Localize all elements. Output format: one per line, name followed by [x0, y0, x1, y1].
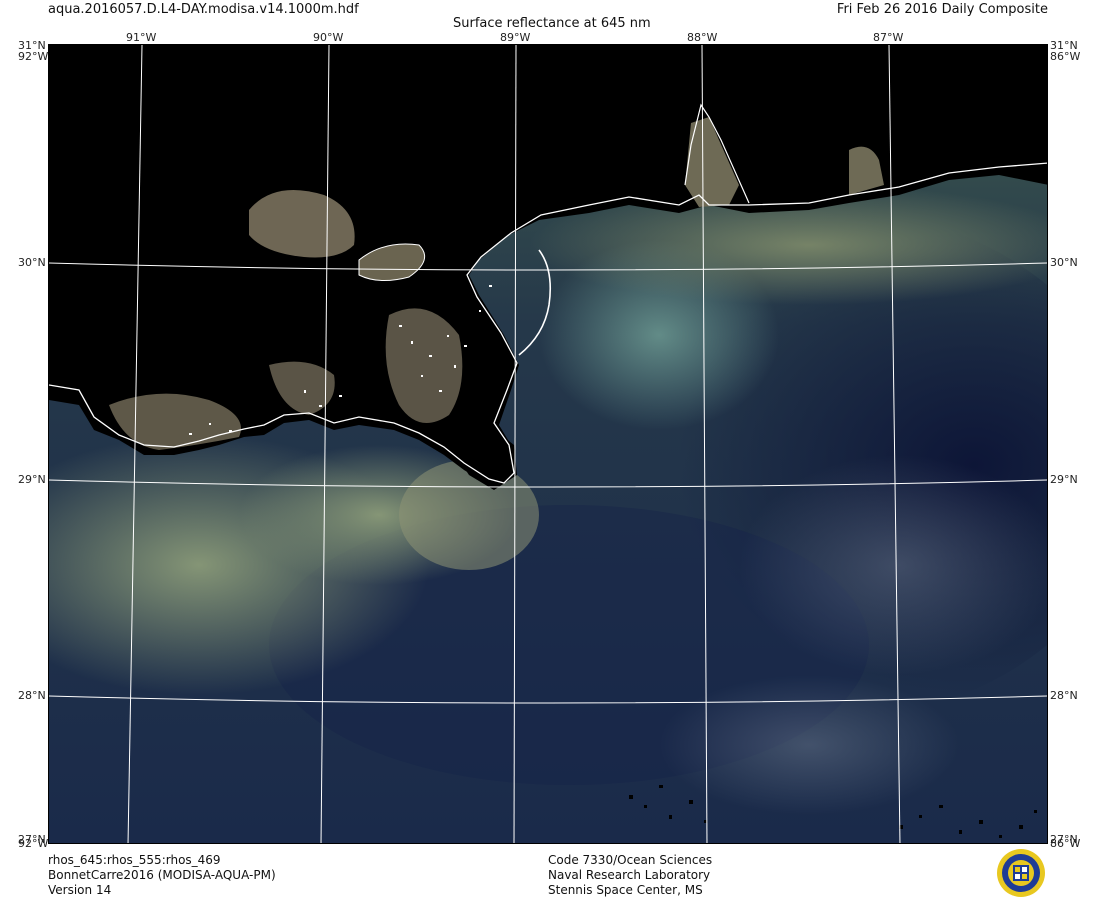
- haze-patch-east: [739, 455, 1047, 675]
- map-title: Surface reflectance at 645 nm: [453, 16, 651, 31]
- nrl-seal-icon: [997, 849, 1045, 897]
- band-combination: rhos_645:rhos_555:rhos_469: [48, 853, 221, 867]
- date-label: Fri Feb 26 2016 Daily Composite: [836, 2, 1048, 17]
- lon-label-90w: 90°W: [313, 31, 344, 44]
- corner-bottom-right-lon: 86°W: [1050, 837, 1081, 850]
- map-image: [48, 44, 1048, 844]
- corner-top-right-lon: 86°W: [1050, 50, 1081, 63]
- corner-bottom-left-lon: 92°W: [18, 837, 49, 850]
- org-name: Naval Research Laboratory: [548, 868, 711, 882]
- org-location: Stennis Space Center, MS: [548, 883, 703, 897]
- lon-label-88w: 88°W: [687, 31, 718, 44]
- file-name: aqua.2016057.D.L4-DAY.modisa.v14.1000m.h…: [48, 2, 359, 17]
- corner-top-left-lon: 92°W: [18, 50, 49, 63]
- lat-label-left-29n: 29°N: [18, 473, 46, 486]
- lat-label-left-28n: 28°N: [18, 689, 46, 702]
- delta-plume: [399, 460, 539, 570]
- lon-label-87w: 87°W: [873, 31, 904, 44]
- reflectance-map: [49, 45, 1047, 843]
- lon-label-89w: 89°W: [500, 31, 531, 44]
- lon-label-91w: 91°W: [126, 31, 157, 44]
- haze-patch: [659, 675, 959, 815]
- version-label: Version 14: [48, 883, 112, 897]
- org-code: Code 7330/Ocean Sciences: [548, 853, 713, 867]
- lat-label-right-30n: 30°N: [1050, 256, 1078, 269]
- project-name: BonnetCarre2016 (MODISA-AQUA-PM): [48, 868, 276, 882]
- lat-label-left-30n: 30°N: [18, 256, 46, 269]
- lat-label-right-28n: 28°N: [1050, 689, 1078, 702]
- lat-label-right-29n: 29°N: [1050, 473, 1078, 486]
